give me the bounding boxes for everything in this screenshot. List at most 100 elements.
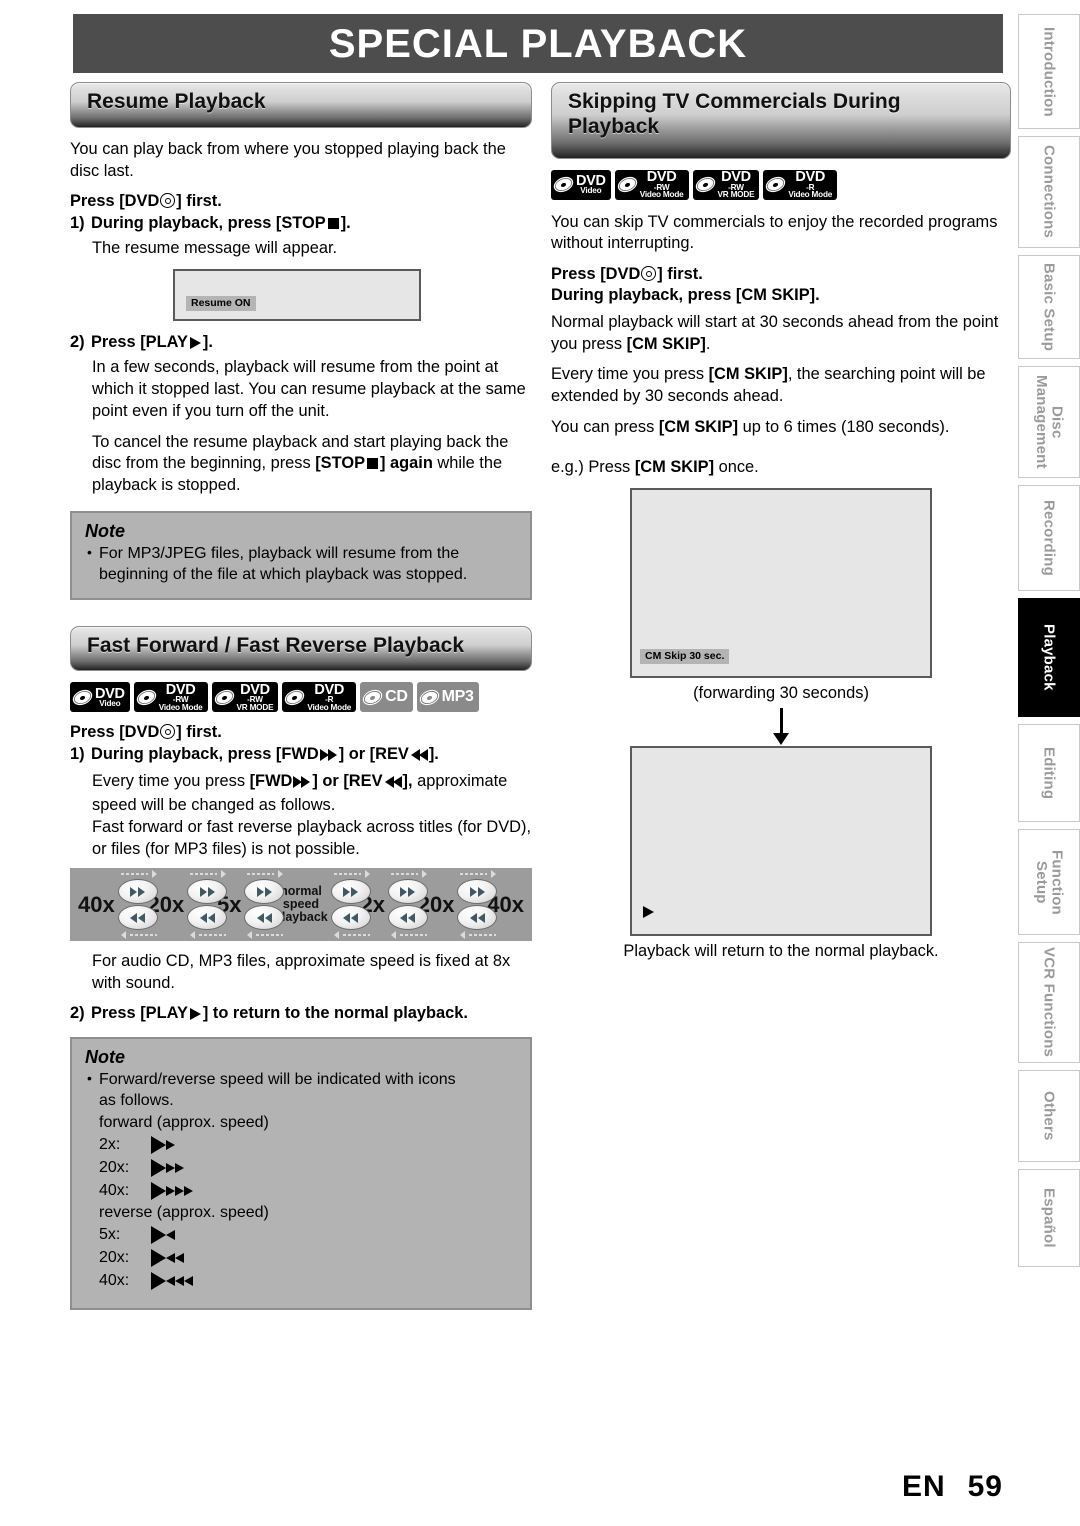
speed-row-icons	[151, 1158, 184, 1177]
sidebar-tab-español[interactable]: Español	[1018, 1169, 1080, 1267]
speed-row-label: 20x:	[99, 1249, 130, 1267]
speed-row-icons	[151, 1181, 193, 1200]
media-badge: CD	[360, 682, 413, 713]
cm-skip-key-label: [CM SKIP]	[708, 365, 788, 384]
chapter-tabs-sidebar: Introduction Connections Basic Setup Disc Ma…	[1018, 14, 1080, 1274]
disc-icon	[553, 174, 574, 195]
cmskip-example: e.g.) Press [CM SKIP] once.	[551, 457, 1011, 479]
media-badge: DVD Video	[70, 682, 130, 713]
disc-icon	[136, 687, 157, 707]
sidebar-tab-label: Introduction	[1040, 26, 1058, 117]
section-title: Fast Forward / Fast Reverse Playback	[87, 633, 465, 657]
cmskip-screen-2	[630, 745, 932, 936]
note-list: Forward/reverse speed will be indicated …	[85, 1069, 518, 1112]
example-c: once.	[714, 457, 759, 476]
small-forward-arrow-icon	[166, 1162, 175, 1173]
cmskip-screen1-caption: (forwarding 30 seconds)	[693, 683, 869, 702]
note-item: For MP3/JPEG files, playback will resume…	[85, 543, 518, 586]
media-badge: DVD -RW VR MODE	[692, 169, 760, 200]
media-badge: DVD Video	[551, 169, 611, 200]
sidebar-tab-label: Playback	[1040, 624, 1058, 691]
ff-press-dvd-line: Press [DVD] first.	[70, 722, 532, 743]
page-title: SPECIAL PLAYBACK	[328, 21, 748, 66]
rev-button-icon	[117, 905, 158, 931]
sidebar-tab-label: Connections	[1040, 145, 1058, 239]
sidebar-tab-vcr-functions[interactable]: VCR Functions	[1018, 942, 1080, 1063]
small-forward-arrow-icon	[175, 1162, 184, 1173]
speed-button-pair	[115, 870, 158, 940]
media-badge-label: DVD -RW VR MODE	[236, 681, 274, 712]
connector-line-up	[333, 870, 370, 879]
rewind-icon	[384, 773, 402, 795]
section-header-cm-skip: Skipping TV Commercials During Playback	[551, 82, 1011, 159]
disc-icon	[695, 174, 715, 195]
p1-fwd-label: [FWD	[249, 772, 293, 791]
media-badge-label: DVD Video	[576, 172, 606, 196]
sidebar-tab-label: Disc Management	[1033, 375, 1066, 469]
note-item-line2: as follows.	[99, 1092, 174, 1110]
disc-icon	[617, 174, 638, 195]
small-reverse-arrow-icon	[166, 1229, 175, 1240]
cmskip-para-1: Normal playback will start at 30 seconds…	[551, 312, 1011, 356]
sidebar-tab-introduction[interactable]: Introduction	[1018, 14, 1080, 129]
note-box-resume: Note For MP3/JPEG files, playback will r…	[70, 511, 532, 600]
media-badges-cmskip: DVD Video DVD -RW Video Mode DVD -RW VR MODE DVD…	[551, 169, 1011, 200]
sidebar-tab-label: Español	[1040, 1188, 1058, 1248]
step-number: 2)	[70, 1003, 85, 1022]
sidebar-tab-disc-management[interactable]: Disc Management	[1018, 366, 1080, 478]
rewind-icon	[410, 746, 428, 767]
sidebar-tab-editing[interactable]: Editing	[1018, 724, 1080, 822]
sidebar-tab-playback[interactable]: Playback	[1018, 598, 1080, 717]
cancel-stop-label: [STOP	[315, 454, 366, 473]
small-reverse-arrow-icon	[175, 1275, 184, 1286]
play-triangle-icon	[151, 1271, 166, 1290]
resume-step2-para1: In a few seconds, playback will resume f…	[92, 358, 526, 420]
fwd-button-icon	[330, 879, 371, 905]
connector-line-down	[333, 931, 370, 940]
disc-icon	[72, 687, 93, 707]
cmskip-intro: You can skip TV commercials to enjoy the…	[551, 212, 998, 253]
speed-row-label: 5x:	[99, 1226, 121, 1244]
sidebar-tab-label: Others	[1040, 1091, 1058, 1141]
disc-icon	[419, 687, 440, 707]
ff-step1-para1: Every time you press [FWD] or [REV], app…	[92, 771, 532, 817]
fast-forward-icon	[293, 773, 311, 795]
press-dvd-prefix: Press [DVD	[70, 192, 160, 211]
media-badge: DVD -RW Video Mode	[133, 681, 208, 713]
play-triangle-icon	[151, 1248, 166, 1267]
speed-button-pair	[454, 870, 498, 940]
footer-page-number: 59	[967, 1470, 1003, 1503]
osd-chip-cm-skip: CM Skip 30 sec.	[640, 648, 730, 664]
speed-row-label: 2x:	[99, 1136, 121, 1153]
connector-line-down	[460, 931, 497, 940]
cmskip-press-dvd-line: Press [DVD] first.	[551, 264, 1011, 285]
connector-line-up	[190, 870, 227, 879]
para2-a: Every time you press	[551, 365, 709, 384]
media-badge-label: DVD -RW VR MODE	[717, 169, 755, 199]
resume-intro-text: You can play back from where you stopped…	[70, 139, 506, 180]
sidebar-tab-label: Function Setup	[1033, 849, 1066, 915]
connector-line-down	[247, 931, 284, 940]
example-a: e.g.) Press	[551, 457, 635, 476]
p1-e: ],	[402, 772, 413, 791]
disc-icon	[362, 687, 383, 707]
flow-arrow-down-icon	[551, 707, 1011, 745]
speed-icon-row: 20x:	[85, 1246, 518, 1269]
step2-suffix: ] to return to the normal playback.	[202, 1003, 468, 1022]
speed-button-pair	[184, 870, 228, 940]
speed-row-icons	[151, 1225, 175, 1244]
fwd-button-icon	[117, 879, 158, 905]
small-reverse-arrow-icon	[166, 1275, 175, 1286]
sidebar-tab-recording[interactable]: Recording	[1018, 485, 1080, 591]
fast-forward-icon	[319, 746, 337, 767]
media-badge-label: DVD -RW Video Mode	[158, 681, 203, 712]
speed-row-label: 40x:	[99, 1182, 130, 1199]
speed-row-icons	[151, 1248, 184, 1267]
sidebar-tab-others[interactable]: Others	[1018, 1070, 1080, 1162]
cancel-text-c: ] again	[380, 454, 433, 473]
sidebar-tab-connections[interactable]: Connections	[1018, 136, 1080, 248]
resume-step2-para2: To cancel the resume playback and start …	[92, 432, 532, 497]
sidebar-tab-function-setup[interactable]: Function Setup	[1018, 829, 1080, 935]
cmskip-para-3: You can press [CM SKIP] up to 6 times (1…	[551, 417, 1011, 439]
sidebar-tab-basic-setup[interactable]: Basic Setup	[1018, 255, 1080, 359]
